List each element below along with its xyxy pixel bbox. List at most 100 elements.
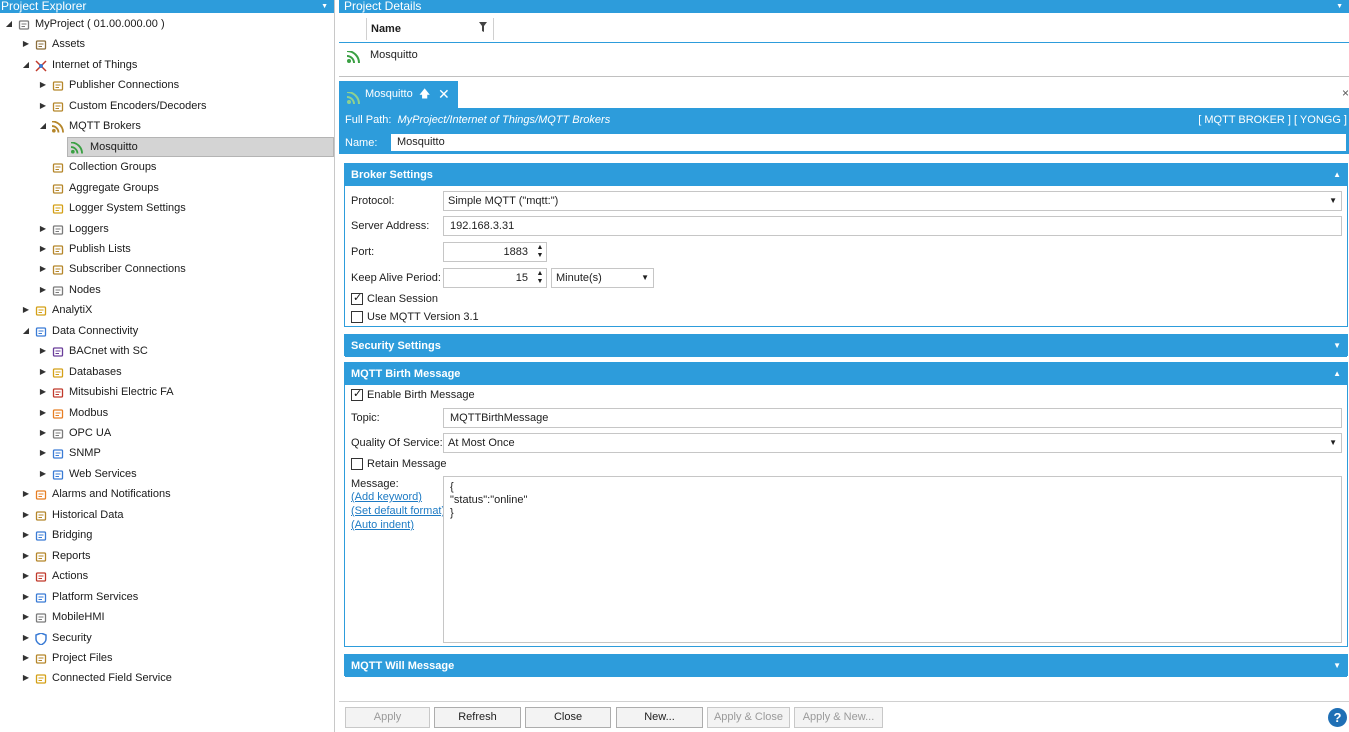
collapse-icon[interactable]: ▲ xyxy=(1333,164,1341,186)
server-address-input[interactable]: 192.168.3.31 xyxy=(443,216,1342,236)
stepper-arrows-icon[interactable]: ▲ ▼ xyxy=(536,270,544,286)
birth-message-header[interactable]: MQTT Birth Message ▲ xyxy=(345,363,1347,385)
close-button[interactable]: Close xyxy=(525,707,611,728)
expand-arrow-icon[interactable]: ▶ xyxy=(21,648,31,668)
expand-arrow-icon[interactable]: ▶ xyxy=(38,239,48,259)
pane-menu-icon[interactable]: ▼ xyxy=(1336,0,1343,13)
collapse-arrow-icon[interactable]: ◢ xyxy=(38,116,48,136)
expand-arrow-icon[interactable]: ▶ xyxy=(21,566,31,586)
collapse-arrow-icon[interactable]: ◢ xyxy=(21,55,31,75)
close-all-icon[interactable]: × xyxy=(1342,86,1349,100)
tree-node[interactable]: ▶ Connected Field Service xyxy=(0,668,334,688)
tree-node[interactable]: ▶ Assets xyxy=(0,34,334,54)
add-keyword-link[interactable]: (Add keyword) xyxy=(351,491,422,503)
tree-node[interactable]: ▶ Platform Services xyxy=(0,587,334,607)
apply-new-button[interactable]: Apply & New... xyxy=(794,707,883,728)
tree-node[interactable]: ▶ Custom Encoders/Decoders xyxy=(0,96,334,116)
tree-node[interactable]: ▶ BACnet with SC xyxy=(0,341,334,361)
expand-icon[interactable]: ▼ xyxy=(1333,335,1341,357)
tree-node[interactable]: ◢ Internet of Things xyxy=(0,55,334,75)
filter-icon[interactable] xyxy=(479,18,487,40)
expand-arrow-icon[interactable]: ▶ xyxy=(21,668,31,688)
expand-arrow-icon[interactable]: ▶ xyxy=(21,546,31,566)
set-default-format-link[interactable]: (Set default format) xyxy=(351,505,445,517)
keep-alive-stepper[interactable]: 15 ▲ ▼ xyxy=(443,268,547,288)
tree-node[interactable]: Logger System Settings xyxy=(0,198,334,218)
tree-node[interactable]: ▶ Publish Lists xyxy=(0,239,334,259)
stepper-arrows-icon[interactable]: ▲ ▼ xyxy=(536,244,544,260)
tree-node[interactable]: ▶ Actions xyxy=(0,566,334,586)
tree-node[interactable]: ▶ Databases xyxy=(0,362,334,382)
expand-arrow-icon[interactable]: ▶ xyxy=(21,587,31,607)
expand-arrow-icon[interactable]: ▶ xyxy=(38,443,48,463)
tree-node[interactable]: ▶ Nodes xyxy=(0,280,334,300)
tree-node[interactable]: Collection Groups xyxy=(0,157,334,177)
tree-node[interactable]: ▶ Publisher Connections xyxy=(0,75,334,95)
apply-close-button[interactable]: Apply & Close xyxy=(707,707,790,728)
tab-mosquitto[interactable]: Mosquitto 🡅 ✕ xyxy=(339,81,458,108)
tree-node[interactable]: ▶ SNMP xyxy=(0,443,334,463)
enable-birth-checkbox[interactable] xyxy=(351,387,363,401)
help-icon[interactable]: ? xyxy=(1328,708,1347,727)
name-field[interactable]: Mosquitto xyxy=(390,133,1347,152)
expand-arrow-icon[interactable]: ▶ xyxy=(21,505,31,525)
expand-arrow-icon[interactable]: ▶ xyxy=(38,280,48,300)
mqtt31-checkbox[interactable] xyxy=(351,311,363,323)
retain-message-checkbox[interactable] xyxy=(351,458,363,470)
tree-node[interactable]: ▶ Web Services xyxy=(0,464,334,484)
new-button[interactable]: New... xyxy=(616,707,703,728)
expand-arrow-icon[interactable]: ▶ xyxy=(21,628,31,648)
tree-node[interactable]: ▶ Modbus xyxy=(0,403,334,423)
tree-node[interactable]: ▶ Loggers xyxy=(0,219,334,239)
tree-node[interactable]: ▶ Bridging xyxy=(0,525,334,545)
tree-node[interactable]: ◢ Data Connectivity xyxy=(0,321,334,341)
topic-input[interactable]: MQTTBirthMessage xyxy=(443,408,1342,428)
expand-arrow-icon[interactable]: ▶ xyxy=(21,300,31,320)
tree-node[interactable]: ▶ AnalytiX xyxy=(0,300,334,320)
pane-menu-icon[interactable]: ▼ xyxy=(321,0,328,13)
close-icon[interactable]: ✕ xyxy=(438,81,450,108)
expand-arrow-icon[interactable]: ▶ xyxy=(38,403,48,423)
expand-arrow-icon[interactable]: ▶ xyxy=(21,484,31,504)
tree-node[interactable]: ▶ Security xyxy=(0,628,334,648)
apply-button[interactable]: Apply xyxy=(345,707,430,728)
security-settings-header[interactable]: Security Settings ▼ xyxy=(345,335,1347,357)
expand-arrow-icon[interactable]: ▶ xyxy=(38,96,48,116)
message-editor[interactable]: { "status":"online" } xyxy=(443,476,1342,643)
tree-node[interactable]: ▶ Subscriber Connections xyxy=(0,259,334,279)
tree-node[interactable]: ▶ Mitsubishi Electric FA xyxy=(0,382,334,402)
expand-arrow-icon[interactable]: ▶ xyxy=(38,75,48,95)
expand-arrow-icon[interactable]: ▶ xyxy=(38,259,48,279)
expand-arrow-icon[interactable]: ▶ xyxy=(38,362,48,382)
details-grid-row[interactable]: Mosquitto xyxy=(339,44,1349,66)
expand-arrow-icon[interactable]: ▶ xyxy=(38,423,48,443)
clean-session-checkbox[interactable] xyxy=(351,291,363,305)
tree-node[interactable]: ▶ Historical Data xyxy=(0,505,334,525)
tree-node[interactable]: ▶ Reports xyxy=(0,546,334,566)
protocol-select[interactable]: Simple MQTT ("mqtt:") ▼ xyxy=(443,191,1342,211)
collapse-arrow-icon[interactable]: ◢ xyxy=(4,14,14,34)
auto-indent-link[interactable]: (Auto indent) xyxy=(351,519,414,531)
name-column-header[interactable]: Name xyxy=(366,18,494,40)
will-message-header[interactable]: MQTT Will Message ▼ xyxy=(345,655,1347,677)
port-stepper[interactable]: 1883 ▲ ▼ xyxy=(443,242,547,262)
expand-arrow-icon[interactable]: ▶ xyxy=(21,34,31,54)
tree-node[interactable]: ◢ MyProject ( 01.00.000.00 ) xyxy=(0,14,334,34)
expand-arrow-icon[interactable]: ▶ xyxy=(21,607,31,627)
tree-node[interactable]: ◢ MQTT Brokers xyxy=(0,116,334,136)
qos-select[interactable]: At Most Once ▼ xyxy=(443,433,1342,453)
expand-arrow-icon[interactable]: ▶ xyxy=(21,525,31,545)
refresh-button[interactable]: Refresh xyxy=(434,707,521,728)
tree-node[interactable]: ▶ Alarms and Notifications xyxy=(0,484,334,504)
tree-node[interactable]: ▶ MobileHMI xyxy=(0,607,334,627)
tree-node[interactable]: Mosquitto xyxy=(0,137,334,157)
tree-node[interactable]: ▶ Project Files xyxy=(0,648,334,668)
collapse-icon[interactable]: ▲ xyxy=(1333,363,1341,385)
expand-arrow-icon[interactable]: ▶ xyxy=(38,219,48,239)
tree-node[interactable]: ▶ OPC UA xyxy=(0,423,334,443)
expand-arrow-icon[interactable]: ▶ xyxy=(38,341,48,361)
expand-arrow-icon[interactable]: ▶ xyxy=(38,464,48,484)
collapse-arrow-icon[interactable]: ◢ xyxy=(21,321,31,341)
pin-icon[interactable]: 🡅 xyxy=(419,81,430,108)
tree-node[interactable]: Aggregate Groups xyxy=(0,178,334,198)
